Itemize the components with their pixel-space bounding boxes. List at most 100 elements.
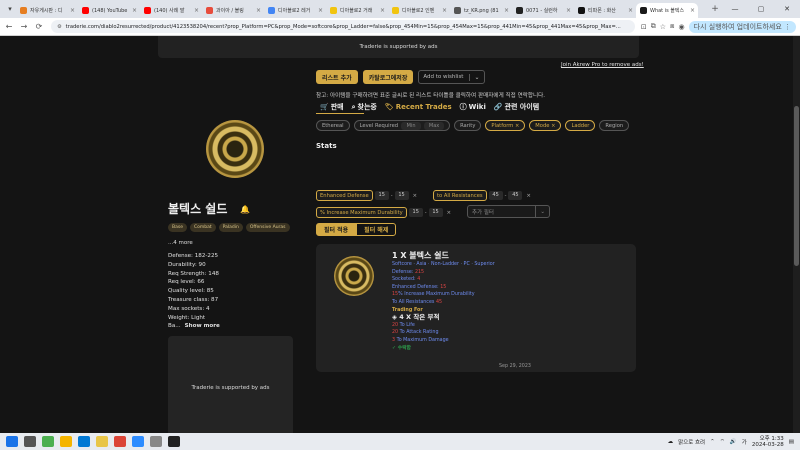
scrollbar-thumb[interactable]: [794, 106, 799, 266]
browser-tab[interactable]: tz_KR.png (81 ×: [450, 3, 512, 18]
add-listing-button[interactable]: 리스트 추가: [316, 70, 358, 84]
ladder-chip[interactable]: Ladder: [565, 120, 596, 131]
page-scrollbar[interactable]: [793, 36, 800, 433]
stat-max-input[interactable]: 45: [508, 191, 523, 200]
level-required-chip[interactable]: Level Required Min Max: [353, 120, 451, 131]
close-tab-icon[interactable]: ×: [70, 7, 75, 14]
close-tab-icon[interactable]: ×: [690, 7, 695, 14]
browser-tab[interactable]: 과이아 / 볼링 ×: [202, 3, 264, 18]
stat-name[interactable]: Enhanced Defense: [316, 190, 373, 201]
region-chip[interactable]: Region: [599, 120, 630, 131]
tray-chevron-icon[interactable]: ⌃: [710, 439, 715, 445]
reload-icon[interactable]: ⟳: [33, 22, 45, 31]
level-max-input[interactable]: Max: [424, 121, 445, 130]
install-icon[interactable]: ⊡: [641, 23, 647, 31]
extensions-icon[interactable]: ⧈: [670, 22, 674, 31]
browser-tab[interactable]: 0071 - 실런하 ×: [512, 3, 574, 18]
close-tab-icon[interactable]: ×: [132, 7, 137, 14]
update-button[interactable]: 다시 실행하여 업데이트하세요 ⋮: [688, 20, 796, 33]
close-tab-icon[interactable]: ×: [442, 7, 447, 14]
join-pro-link[interactable]: Join Akrew Pro to remove ads!: [561, 62, 644, 68]
close-tab-icon[interactable]: ×: [628, 7, 633, 14]
item-tag[interactable]: Offensive Auras: [245, 223, 290, 232]
site-info-icon[interactable]: ⚙: [57, 24, 62, 30]
item-tag[interactable]: Base: [168, 223, 187, 232]
level-min-input[interactable]: Min: [401, 121, 422, 130]
close-tab-icon[interactable]: ×: [566, 7, 571, 14]
tab-tag[interactable]: 🏷 Recent Trades: [385, 103, 452, 111]
listing-title[interactable]: 1 X 볼텍스 쉴드: [392, 250, 495, 261]
network-icon[interactable]: ⌔: [720, 438, 725, 445]
maximize-icon[interactable]: ▢: [748, 5, 774, 13]
stat-name[interactable]: % Increase Maximum Durability: [316, 207, 407, 218]
edge-icon[interactable]: [78, 436, 90, 447]
forward-icon[interactable]: →: [18, 22, 30, 31]
chevron-down-icon[interactable]: ⌄: [469, 73, 483, 81]
browser-tab[interactable]: (140) 사례 발 ×: [140, 3, 202, 18]
tab-cart[interactable]: 🛒 판매: [320, 102, 344, 112]
browser-tab[interactable]: 티파몬 : 화산 ×: [574, 3, 636, 18]
browser-tab[interactable]: What is 볼텍스 ×: [636, 3, 698, 18]
item-tag[interactable]: Paladin: [218, 223, 243, 232]
mode-chip[interactable]: Mode ×: [529, 120, 562, 131]
more-tags-link[interactable]: ...4 more: [168, 240, 193, 246]
clock[interactable]: 오후 1:33 2024-03-28: [752, 436, 784, 448]
task-view-icon[interactable]: [24, 436, 36, 447]
translate-icon[interactable]: ⧉: [651, 22, 656, 31]
close-tab-icon[interactable]: ×: [194, 7, 199, 14]
file-explorer-icon[interactable]: [60, 436, 72, 447]
browser-tab[interactable]: 디아블로2 인벤 ×: [388, 3, 450, 18]
back-icon[interactable]: ←: [3, 22, 15, 31]
language-indicator[interactable]: 가: [742, 438, 747, 446]
wishlist-select[interactable]: Add to wishlist ⌄: [418, 70, 485, 84]
add-filter-select[interactable]: 추가 필터 ⌄: [467, 205, 550, 218]
notes-app-icon[interactable]: [96, 436, 108, 447]
stat-max-input[interactable]: 15: [428, 208, 443, 217]
stat-name[interactable]: to All Resistances: [433, 190, 487, 201]
rarity-chip[interactable]: Rarity: [454, 120, 482, 131]
stat-max-input[interactable]: 15: [394, 191, 409, 200]
bell-icon[interactable]: 🔔: [240, 205, 250, 214]
remove-stat-icon[interactable]: ×: [447, 210, 452, 216]
apply-filter-button[interactable]: 필터 적용: [316, 223, 357, 236]
close-tab-icon[interactable]: ×: [318, 7, 323, 14]
notification-icon[interactable]: ▤: [789, 439, 794, 445]
remove-stat-icon[interactable]: ×: [413, 193, 418, 199]
ethereal-chip[interactable]: Ethereal: [316, 120, 350, 131]
tab-info[interactable]: ⓘ Wiki: [460, 102, 486, 112]
volume-icon[interactable]: 🔊: [730, 439, 737, 445]
listing-card[interactable]: 1 X 볼텍스 쉴드 Softcore · Asia · Non-Ladder …: [316, 244, 636, 372]
widgets-icon[interactable]: [42, 436, 54, 447]
show-more-link[interactable]: Show more: [185, 323, 220, 329]
browser-tab[interactable]: 자유게시판 : 디 ×: [16, 3, 78, 18]
stat-min-input[interactable]: 45: [488, 191, 503, 200]
minimize-icon[interactable]: —: [722, 5, 748, 13]
tab-search-icon[interactable]: ▾: [4, 3, 16, 15]
stat-min-input[interactable]: 15: [408, 208, 423, 217]
browser-tab[interactable]: (148) YouTube ×: [78, 3, 140, 18]
profile-avatar[interactable]: ◉: [678, 23, 684, 31]
close-tab-icon[interactable]: ×: [256, 7, 261, 14]
stat-min-input[interactable]: 15: [374, 191, 389, 200]
chevron-down-icon[interactable]: ⌄: [535, 206, 549, 217]
clear-filter-button[interactable]: 필터 해제: [356, 223, 397, 236]
bookmark-star-icon[interactable]: ☆: [660, 23, 666, 31]
start-menu-icon[interactable]: [6, 436, 18, 447]
browser-tab[interactable]: 디아블로2 거래 ×: [326, 3, 388, 18]
app-icon[interactable]: [132, 436, 144, 447]
url-input[interactable]: ⚙ traderie.com/diablo2resurrected/produc…: [51, 20, 635, 33]
browser-tab[interactable]: 디아블로2 레거 ×: [264, 3, 326, 18]
app-icon-2[interactable]: [150, 436, 162, 447]
item-tag[interactable]: Combat: [189, 223, 216, 232]
new-tab-button[interactable]: +: [708, 4, 722, 14]
weather-text[interactable]: 맑으로 흐려: [678, 438, 705, 446]
tab-link[interactable]: 🔗 관련 아이템: [494, 102, 539, 112]
close-tab-icon[interactable]: ×: [504, 7, 509, 14]
close-tab-icon[interactable]: ×: [380, 7, 385, 14]
game-app-icon[interactable]: [168, 436, 180, 447]
weather-icon[interactable]: ☁: [668, 439, 674, 445]
chrome-icon[interactable]: [114, 436, 126, 447]
remove-stat-icon[interactable]: ×: [526, 193, 531, 199]
tab-search[interactable]: ⌕ 찾는중: [352, 102, 377, 112]
save-catalog-button[interactable]: 카탈로그에저장: [362, 70, 414, 84]
